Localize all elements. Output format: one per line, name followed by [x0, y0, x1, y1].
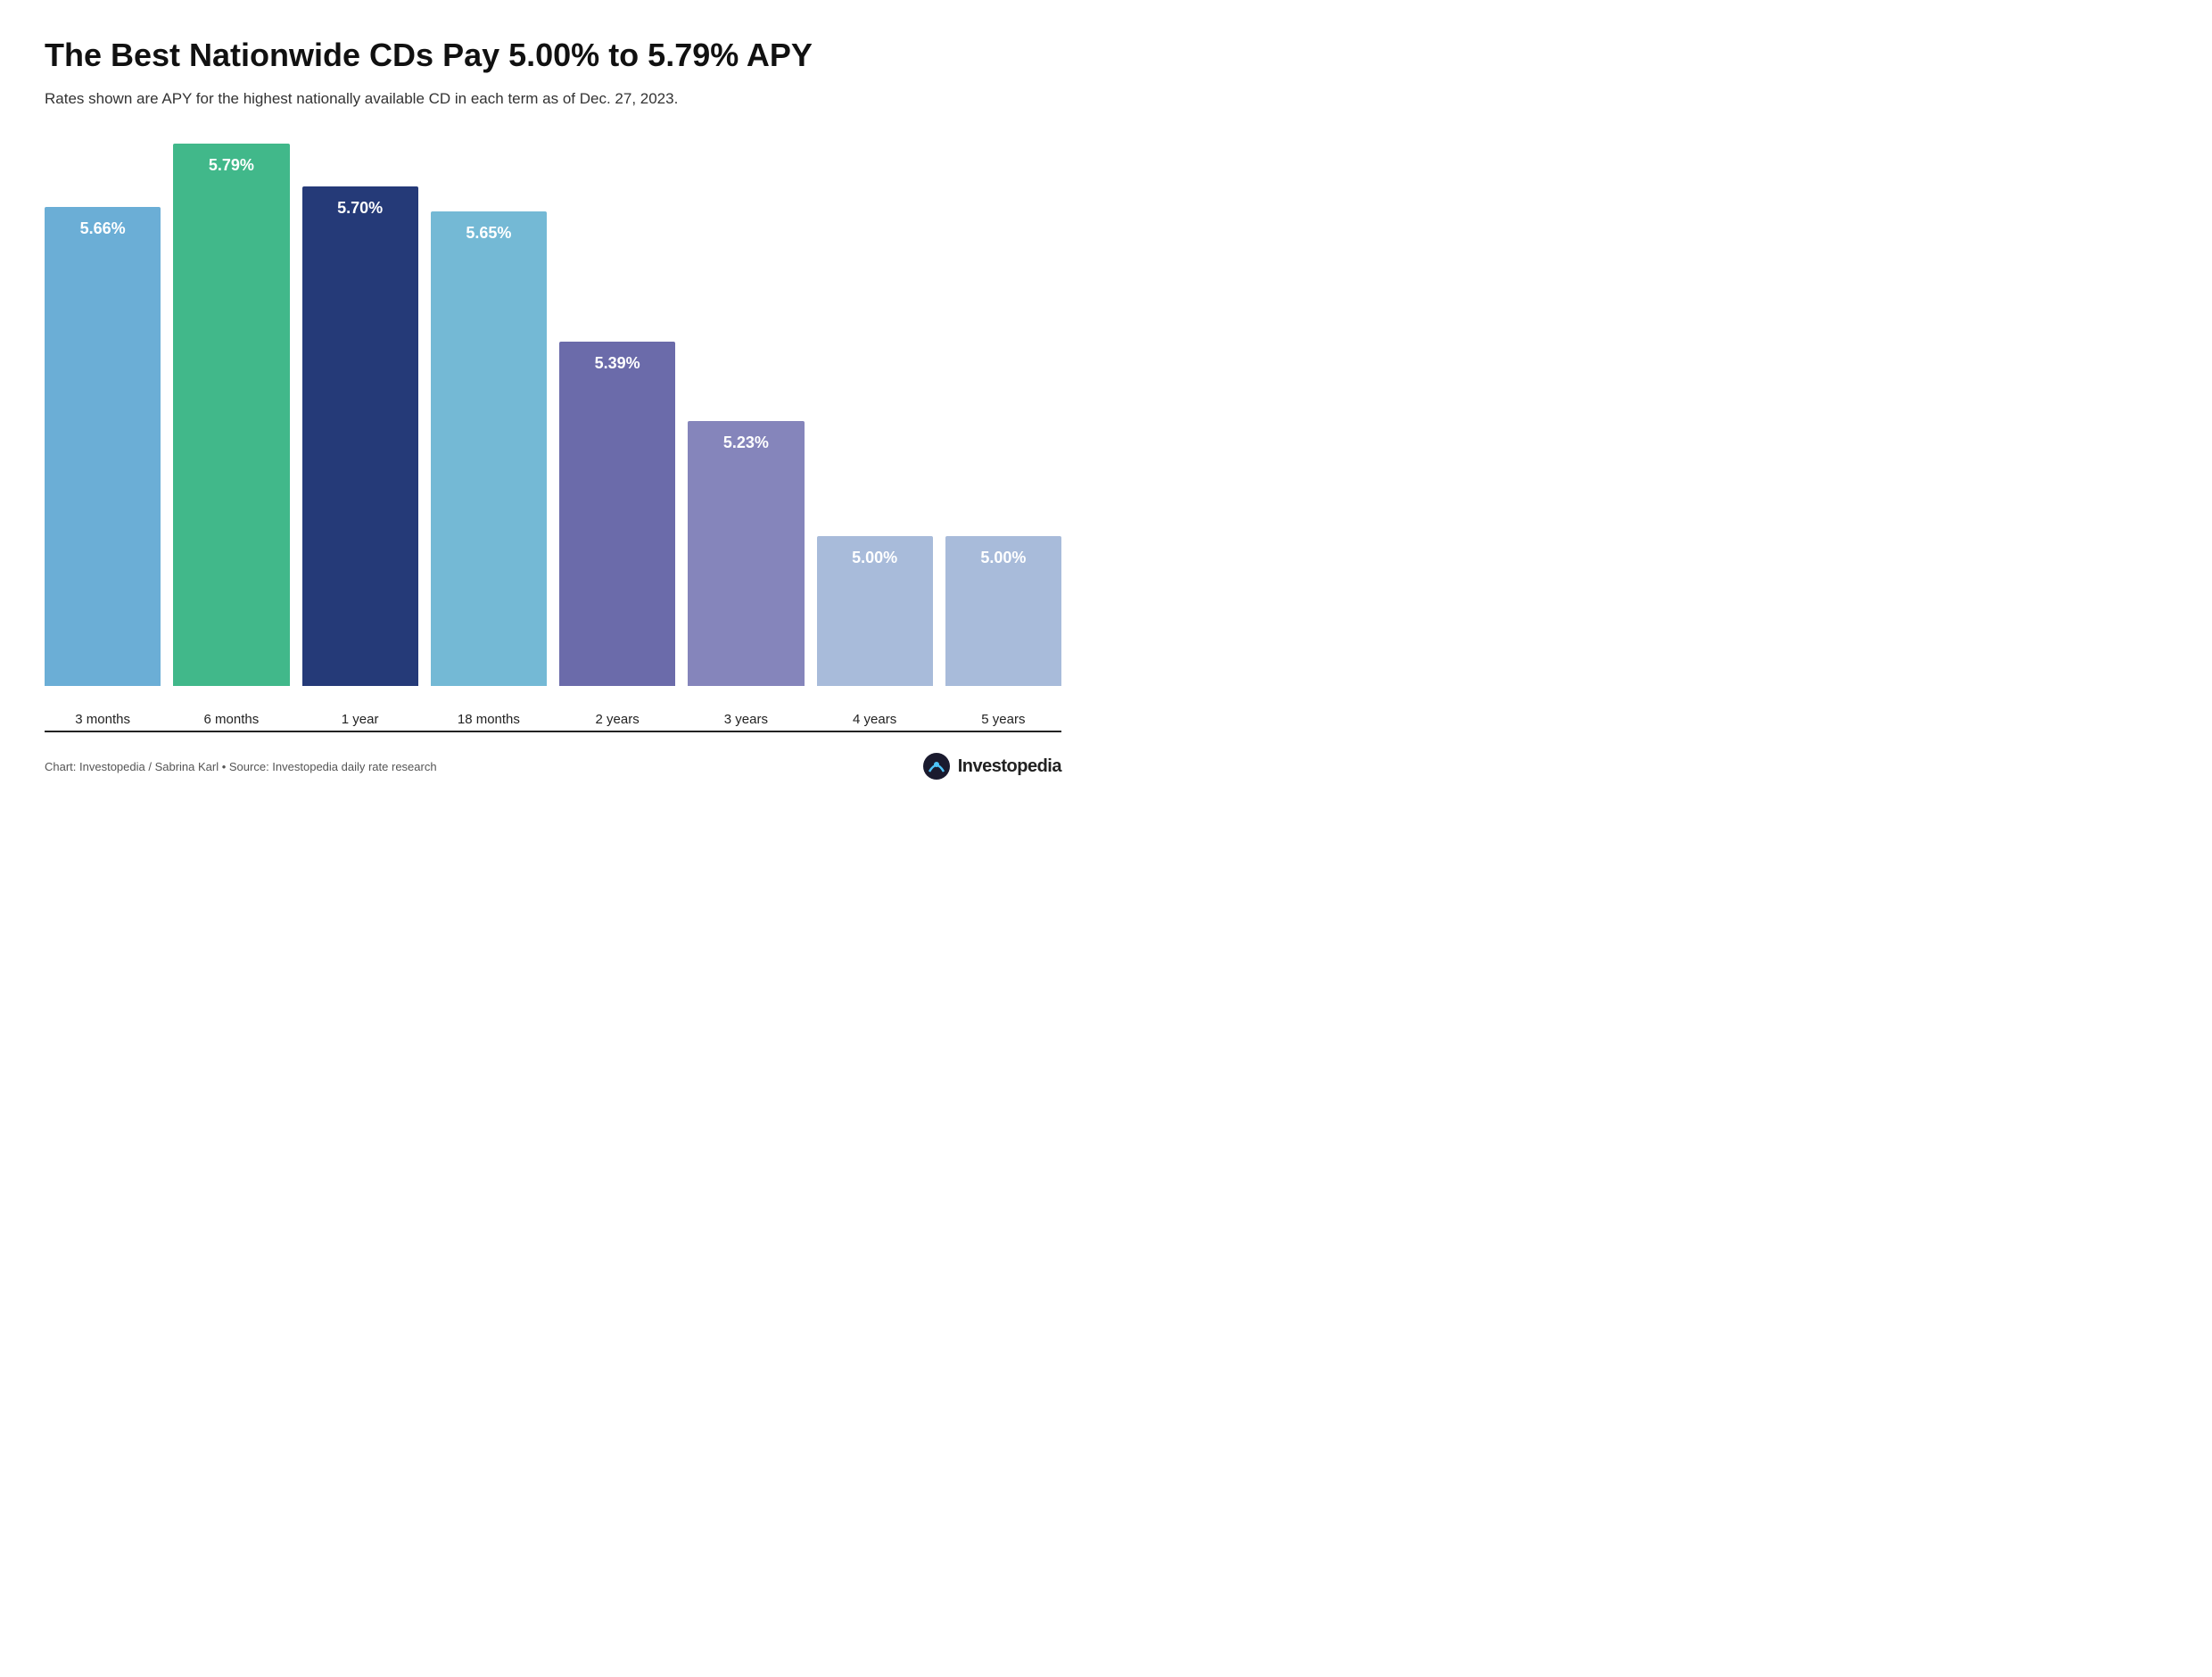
footer: Chart: Investopedia / Sabrina Karl • Sou…: [45, 752, 1061, 781]
x-axis-label: 5 years: [981, 712, 1025, 727]
bar-value-label: 5.70%: [337, 199, 383, 218]
x-axis-label: 4 years: [853, 712, 896, 727]
x-axis-label: 6 months: [204, 712, 260, 727]
subtitle: Rates shown are APY for the highest nati…: [45, 90, 1061, 108]
bar-4-years: 5.00%: [817, 536, 933, 686]
bar-value-label: 5.00%: [852, 549, 897, 567]
bar-value-label: 5.39%: [595, 354, 640, 373]
bar-value-label: 5.66%: [80, 219, 126, 238]
bar-value-label: 5.00%: [980, 549, 1026, 567]
x-axis-label: 3 years: [724, 712, 768, 727]
bar-group-2-years: 5.39%2 years: [559, 144, 675, 686]
bar-5-years: 5.00%: [945, 536, 1061, 686]
bar-group-6-months: 5.79%6 months: [173, 144, 289, 686]
page-title: The Best Nationwide CDs Pay 5.00% to 5.7…: [45, 36, 1061, 74]
bar-1-year: 5.70%: [302, 186, 418, 686]
bar-value-label: 5.65%: [466, 224, 511, 243]
bar-18-months: 5.65%: [431, 211, 547, 686]
bar-2-years: 5.39%: [559, 342, 675, 686]
bar-group-4-years: 5.00%4 years: [817, 144, 933, 686]
bar-3-months: 5.66%: [45, 207, 161, 686]
investopedia-logo-icon: [922, 752, 951, 781]
bar-group-3-years: 5.23%3 years: [688, 144, 804, 686]
bar-6-months: 5.79%: [173, 144, 289, 686]
bar-group-18-months: 5.65%18 months: [431, 144, 547, 686]
logo-text: Investopedia: [958, 756, 1061, 777]
bar-group-1-year: 5.70%1 year: [302, 144, 418, 686]
x-axis-label: 2 years: [596, 712, 640, 727]
logo-area: Investopedia: [922, 752, 1061, 781]
bar-value-label: 5.79%: [209, 156, 254, 175]
bars-container: 5.66%3 months5.79%6 months5.70%1 year5.6…: [45, 144, 1061, 686]
x-axis-label: 3 months: [75, 712, 130, 727]
chart-area: 5.66%3 months5.79%6 months5.70%1 year5.6…: [45, 144, 1061, 732]
x-axis-label: 18 months: [458, 712, 520, 727]
x-axis-label: 1 year: [342, 712, 379, 727]
footer-credit: Chart: Investopedia / Sabrina Karl • Sou…: [45, 760, 437, 773]
bar-value-label: 5.23%: [723, 434, 769, 452]
bar-3-years: 5.23%: [688, 421, 804, 686]
bar-group-5-years: 5.00%5 years: [945, 144, 1061, 686]
bar-group-3-months: 5.66%3 months: [45, 144, 161, 686]
